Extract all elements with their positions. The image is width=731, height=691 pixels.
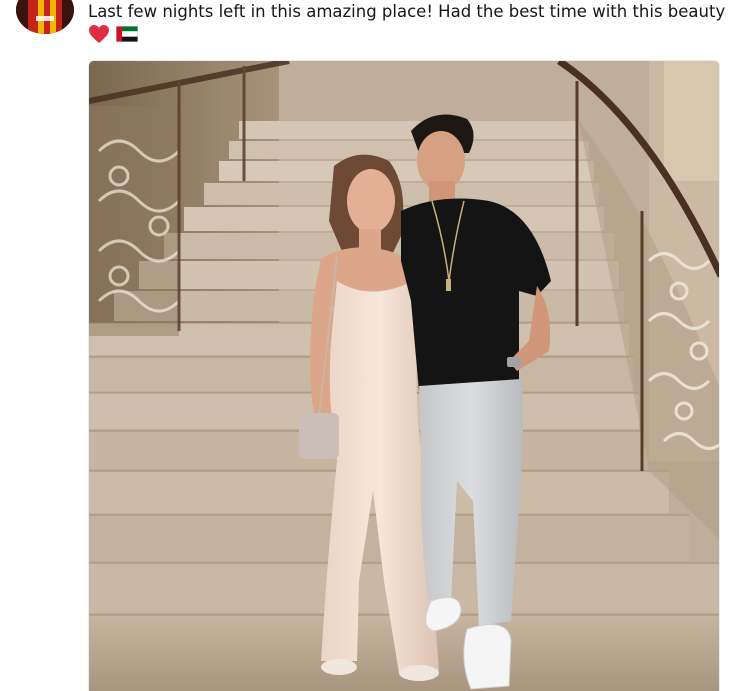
- tweet-text-container: Last few nights left in this amazing pla…: [88, 0, 728, 26]
- red-heart-icon: [88, 24, 110, 44]
- tweet-text: Last few nights left in this amazing pla…: [88, 2, 726, 21]
- uae-flag-icon: [116, 26, 138, 42]
- tweet: Last few nights left in this amazing pla…: [0, 0, 731, 691]
- tweet-photo[interactable]: [88, 60, 720, 691]
- emoji-row: [88, 24, 138, 44]
- avatar[interactable]: [16, 0, 74, 34]
